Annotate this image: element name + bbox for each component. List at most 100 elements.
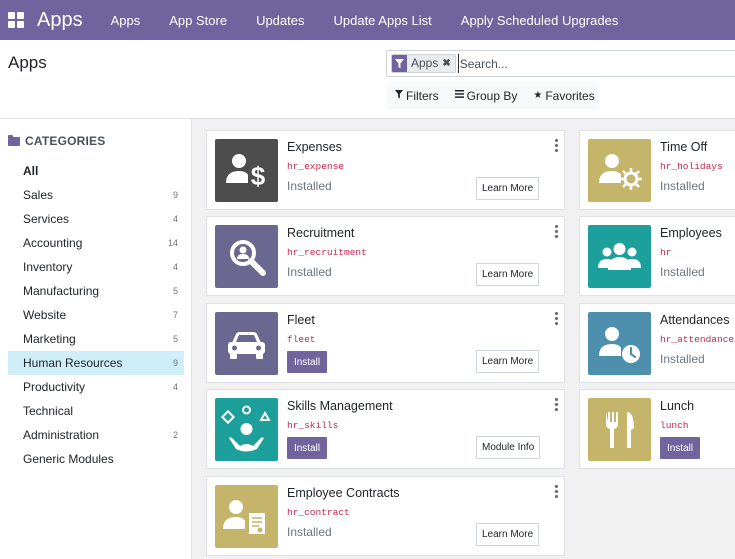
category-sales[interactable]: Sales 9: [8, 183, 184, 207]
app-card-recruitment[interactable]: Recruitment hr_recruitment Installed Lea…: [206, 216, 565, 296]
learn-more-button[interactable]: Learn More: [476, 523, 540, 546]
app-card-fleet[interactable]: Fleet fleet Install Learn More: [206, 303, 565, 383]
nav-item-updates[interactable]: Updates: [256, 13, 304, 28]
app-title: Time Off: [660, 140, 708, 154]
top-navbar: Apps Apps App Store Updates Update Apps …: [0, 0, 735, 40]
app-card-expenses[interactable]: $ Expenses hr_expense Installed Learn Mo…: [206, 130, 565, 210]
apps-kanban: $ Expenses hr_expense Installed Learn Mo…: [192, 119, 735, 559]
facet-remove-icon[interactable]: ✖: [442, 55, 450, 72]
app-title: Skills Management: [287, 399, 393, 413]
favorites-label: Favorites: [545, 88, 595, 103]
app-technical-name: hr_skills: [287, 420, 339, 431]
category-label: Productivity: [23, 380, 86, 394]
category-label: Human Resources: [23, 356, 123, 370]
category-human-resources[interactable]: Human Resources 9: [8, 351, 184, 375]
contracts-icon: [215, 485, 278, 548]
learn-more-button[interactable]: Learn More: [476, 177, 540, 200]
category-label: Accounting: [23, 236, 83, 250]
app-card-employees[interactable]: Employees hr Installed: [579, 216, 735, 296]
app-card-time-off[interactable]: Time Off hr_holidays Installed: [579, 130, 735, 210]
category-label: Services: [23, 212, 70, 226]
category-administration[interactable]: Administration 2: [8, 423, 184, 447]
facet-label: Apps: [411, 56, 439, 70]
app-technical-name: hr_attendance: [660, 334, 735, 345]
svg-text:$: $: [251, 161, 266, 191]
category-label: Website: [23, 308, 67, 322]
favorites-button[interactable]: ★ Favorites: [533, 89, 594, 103]
recruitment-icon: [215, 225, 278, 288]
card-menu-icon[interactable]: [555, 398, 558, 411]
app-technical-name: hr_expense: [287, 161, 345, 172]
card-menu-icon[interactable]: [555, 312, 558, 325]
app-status: Installed: [287, 265, 332, 279]
category-count: 14: [167, 238, 178, 248]
filters-button[interactable]: Filters: [395, 89, 439, 103]
category-technical[interactable]: Technical: [8, 399, 184, 423]
category-label: Generic Modules: [23, 452, 114, 466]
lunch-icon: [588, 398, 651, 461]
nav-item-apply-scheduled-upgrades[interactable]: Apply Scheduled Upgrades: [461, 13, 619, 28]
app-card-skills-management[interactable]: Skills Management hr_skills Install Modu…: [206, 389, 565, 469]
category-label: Inventory: [23, 260, 73, 274]
category-label: Sales: [23, 188, 54, 202]
category-inventory[interactable]: Inventory 4: [8, 255, 184, 279]
install-button[interactable]: Install: [287, 351, 327, 373]
module-info-button[interactable]: Module Info: [476, 436, 541, 459]
category-generic-modules[interactable]: Generic Modules: [8, 447, 184, 471]
category-count: 4: [172, 382, 178, 392]
filters-label: Filters: [406, 88, 439, 103]
bars-icon: [454, 90, 464, 101]
categories-header: CATEGORIES: [8, 134, 105, 148]
category-label: Administration: [23, 428, 100, 442]
app-technical-name: hr_recruitment: [287, 247, 367, 258]
category-list: All Sales 9 Services 4 Accounting 14 Invent…: [8, 159, 184, 471]
app-title: Attendances: [660, 313, 730, 327]
app-technical-name: fleet: [287, 334, 316, 345]
categories-sidebar: CATEGORIES All Sales 9 Services 4 Accounti…: [0, 119, 192, 559]
learn-more-button[interactable]: Learn More: [476, 263, 540, 286]
group-by-button[interactable]: Group By: [454, 88, 518, 103]
category-count: 9: [172, 358, 178, 368]
category-all[interactable]: All: [8, 159, 184, 183]
time-off-icon: [588, 139, 651, 202]
app-card-attendances[interactable]: Attendances hr_attendance Installed: [579, 303, 735, 383]
attendances-icon: [588, 312, 651, 375]
employees-icon: [588, 225, 651, 288]
category-accounting[interactable]: Accounting 14: [8, 231, 184, 255]
category-productivity[interactable]: Productivity 4: [8, 375, 184, 399]
card-menu-icon[interactable]: [555, 139, 558, 152]
app-card-employee-contracts[interactable]: Employee Contracts hr_contract Installed…: [206, 476, 565, 556]
app-title: Recruitment: [287, 226, 355, 240]
category-count: 5: [172, 334, 178, 344]
search-options: Filters Group By ★ Favorites: [387, 82, 599, 109]
category-label: Technical: [23, 404, 74, 418]
app-technical-name: hr_holidays: [660, 161, 723, 172]
install-button[interactable]: Install: [287, 437, 327, 459]
app-status: Installed: [287, 525, 332, 539]
nav-item-update-apps-list[interactable]: Update Apps List: [333, 13, 431, 28]
card-menu-icon[interactable]: [555, 485, 558, 498]
app-status: Installed: [287, 179, 332, 193]
category-count: 4: [172, 262, 178, 272]
category-count: 7: [172, 310, 178, 320]
fleet-icon: [215, 312, 278, 375]
navbar-brand[interactable]: Apps: [37, 9, 83, 32]
search-facet: Apps ✖: [391, 54, 456, 73]
category-manufacturing[interactable]: Manufacturing 5: [8, 279, 184, 303]
nav-item-app-store[interactable]: App Store: [169, 13, 227, 28]
learn-more-button[interactable]: Learn More: [476, 350, 540, 373]
category-website[interactable]: Website 7: [8, 303, 184, 327]
control-panel: Apps Apps ✖ Filters Group By ★: [0, 40, 735, 119]
filter-icon: [392, 55, 407, 72]
category-marketing[interactable]: Marketing 5: [8, 327, 184, 351]
install-button[interactable]: Install: [660, 437, 700, 459]
category-count: 2: [172, 430, 178, 440]
app-technical-name: hr_contract: [287, 507, 350, 518]
app-card-lunch[interactable]: Lunch lunch Install: [579, 389, 735, 469]
nav-item-apps[interactable]: Apps: [111, 13, 141, 28]
group-by-label: Group By: [466, 88, 518, 103]
search-input[interactable]: [457, 54, 718, 73]
card-menu-icon[interactable]: [555, 225, 558, 238]
app-menu-grid-icon[interactable]: [8, 12, 24, 28]
category-services[interactable]: Services 4: [8, 207, 184, 231]
